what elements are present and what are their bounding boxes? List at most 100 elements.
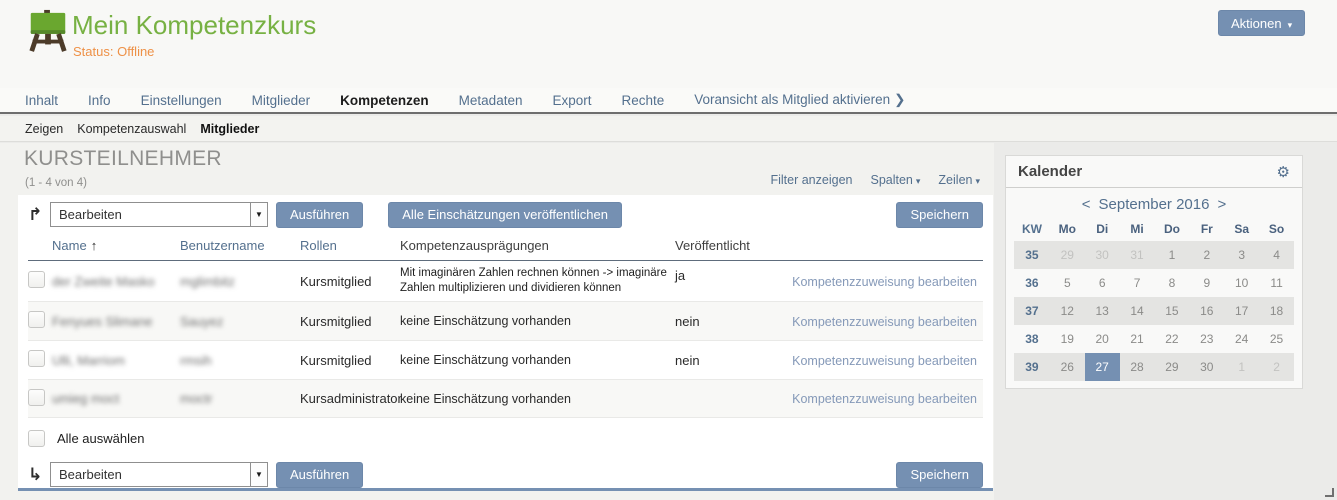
calendar-day[interactable]: 22 — [1155, 325, 1190, 353]
calendar-day[interactable]: 10 — [1224, 269, 1259, 297]
calendar-day[interactable]: 29 — [1155, 353, 1190, 381]
calendar-day[interactable]: 7 — [1120, 269, 1155, 297]
published-value: ja — [675, 268, 785, 283]
calendar-day[interactable]: 11 — [1259, 269, 1294, 297]
competence-text: Mit imaginären Zahlen rechnen können -> … — [400, 266, 675, 296]
calendar-day[interactable]: 3 — [1224, 241, 1259, 269]
calendar-day[interactable]: 2 — [1259, 353, 1294, 381]
member-name: umieg moct — [52, 391, 119, 406]
table-row: Fenyues Slimane Sauyez Kursmitglied kein… — [28, 302, 983, 341]
kompetenzen-subnav: Zeigen Kompetenzauswahl Mitglieder — [0, 116, 1337, 142]
calendar-day[interactable]: 30 — [1189, 353, 1224, 381]
calendar-day[interactable]: 9 — [1189, 269, 1224, 297]
calendar-day[interactable]: 12 — [1050, 297, 1085, 325]
edit-competence-link[interactable]: Kompetenzzuweisung bearbeiten — [792, 354, 977, 368]
column-header-published: Veröffentlicht — [675, 238, 785, 253]
row-checkbox[interactable] — [28, 389, 45, 406]
calendar-day[interactable]: 8 — [1155, 269, 1190, 297]
caret-down-icon: ▾ — [1288, 20, 1293, 30]
column-header-name[interactable]: Name↑ — [52, 238, 180, 253]
show-filter-link[interactable]: Filter anzeigen — [770, 173, 852, 187]
edit-competence-link[interactable]: Kompetenzzuweisung bearbeiten — [792, 315, 977, 329]
row-checkbox[interactable] — [28, 311, 45, 328]
member-role: Kursmitglied — [300, 314, 400, 329]
calendar-day[interactable]: 5 — [1050, 269, 1085, 297]
competence-text: keine Einschätzung vorhanden — [400, 314, 675, 328]
month-label: September 2016 — [1099, 196, 1210, 213]
calendar-day[interactable]: 20 — [1085, 325, 1120, 353]
subtab-zeigen[interactable]: Zeigen — [25, 122, 63, 136]
calendar-day-selected[interactable]: 27 — [1085, 353, 1120, 381]
calendar-day[interactable]: 14 — [1120, 297, 1155, 325]
calendar-day[interactable]: 23 — [1189, 325, 1224, 353]
calendar-day[interactable]: 31 — [1120, 241, 1155, 269]
week-number[interactable]: 39 — [1014, 360, 1050, 374]
tab-einstellungen[interactable]: Einstellungen — [141, 93, 222, 108]
execute-button-bottom[interactable]: Ausführen — [276, 462, 363, 488]
calendar-day[interactable]: 16 — [1189, 297, 1224, 325]
status-text: Status: Offline — [73, 44, 154, 59]
calendar-day[interactable]: 15 — [1155, 297, 1190, 325]
calendar-day[interactable]: 30 — [1085, 241, 1120, 269]
subtab-mitglieder[interactable]: Mitglieder — [200, 122, 259, 136]
edit-competence-link[interactable]: Kompetenzzuweisung bearbeiten — [792, 275, 977, 289]
tab-mitglieder[interactable]: Mitglieder — [252, 93, 311, 108]
tab-export[interactable]: Export — [552, 93, 591, 108]
calendar-day[interactable]: 28 — [1120, 353, 1155, 381]
prev-month-button[interactable]: < — [1082, 196, 1091, 213]
rows-dropdown[interactable]: Zeilen▾ — [938, 173, 980, 187]
tab-rechte[interactable]: Rechte — [622, 93, 665, 108]
calendar-day[interactable]: 6 — [1085, 269, 1120, 297]
tab-info[interactable]: Info — [88, 93, 111, 108]
calendar-day[interactable]: 1 — [1155, 241, 1190, 269]
calendar-day[interactable]: 19 — [1050, 325, 1085, 353]
calendar-day[interactable]: 13 — [1085, 297, 1120, 325]
chevron-right-icon: ❯ — [894, 92, 905, 107]
week-number[interactable]: 35 — [1014, 248, 1050, 262]
save-button-top[interactable]: Speichern — [896, 202, 983, 228]
calendar-day[interactable]: 2 — [1189, 241, 1224, 269]
preview-as-member-link[interactable]: Voransicht als Mitglied aktivieren❯ — [694, 92, 905, 108]
column-header-username[interactable]: Benutzername — [180, 238, 300, 253]
calendar-day[interactable]: 17 — [1224, 297, 1259, 325]
save-button-bottom[interactable]: Speichern — [896, 462, 983, 488]
execute-button[interactable]: Ausführen — [276, 202, 363, 228]
calendar-day[interactable]: 24 — [1224, 325, 1259, 353]
row-checkbox[interactable] — [28, 271, 45, 288]
row-checkbox[interactable] — [28, 350, 45, 367]
published-value: nein — [675, 314, 785, 329]
tab-inhalt[interactable]: Inhalt — [25, 93, 58, 108]
calendar-day[interactable]: 1 — [1224, 353, 1259, 381]
tab-metadaten[interactable]: Metadaten — [459, 93, 523, 108]
member-role: Kursmitglied — [300, 274, 400, 289]
calendar-day[interactable]: 18 — [1259, 297, 1294, 325]
member-name: Ulli, Marriom — [52, 353, 125, 368]
columns-dropdown[interactable]: Spalten▾ — [870, 173, 920, 187]
course-header: Mein Kompetenzkurs Status: Offline Aktio… — [0, 0, 1337, 88]
subtab-kompetenzauswahl[interactable]: Kompetenzauswahl — [77, 122, 186, 136]
bulk-action-select[interactable]: Bearbeiten ▼ — [50, 202, 268, 227]
week-number[interactable]: 38 — [1014, 332, 1050, 346]
bulk-action-select-bottom[interactable]: Bearbeiten ▼ — [50, 462, 268, 487]
week-number[interactable]: 36 — [1014, 276, 1050, 290]
actions-button[interactable]: Aktionen▾ — [1218, 10, 1305, 36]
calendar-day[interactable]: 29 — [1050, 241, 1085, 269]
column-header-roles[interactable]: Rollen — [300, 238, 400, 253]
gear-icon[interactable]: ⚙ — [1277, 163, 1290, 181]
week-number[interactable]: 37 — [1014, 304, 1050, 318]
apply-up-arrow-icon: ↱ — [28, 205, 50, 225]
publish-all-button[interactable]: Alle Einschätzungen veröffentlichen — [388, 202, 622, 228]
calendar-week: 39 26 27 28 29 30 1 2 — [1014, 353, 1294, 381]
calendar-day[interactable]: 4 — [1259, 241, 1294, 269]
table-row: Ulli, Marriom rmsih Kursmitglied keine E… — [28, 341, 983, 380]
calendar-day[interactable]: 26 — [1050, 353, 1085, 381]
select-all-checkbox[interactable] — [28, 430, 45, 447]
member-username: moctr — [180, 391, 213, 406]
calendar-week: 37 12 13 14 15 16 17 18 — [1014, 297, 1294, 325]
calendar-day[interactable]: 25 — [1259, 325, 1294, 353]
published-value: nein — [675, 353, 785, 368]
edit-competence-link[interactable]: Kompetenzzuweisung bearbeiten — [792, 392, 977, 406]
tab-kompetenzen[interactable]: Kompetenzen — [340, 93, 429, 108]
next-month-button[interactable]: > — [1217, 196, 1226, 213]
calendar-day[interactable]: 21 — [1120, 325, 1155, 353]
